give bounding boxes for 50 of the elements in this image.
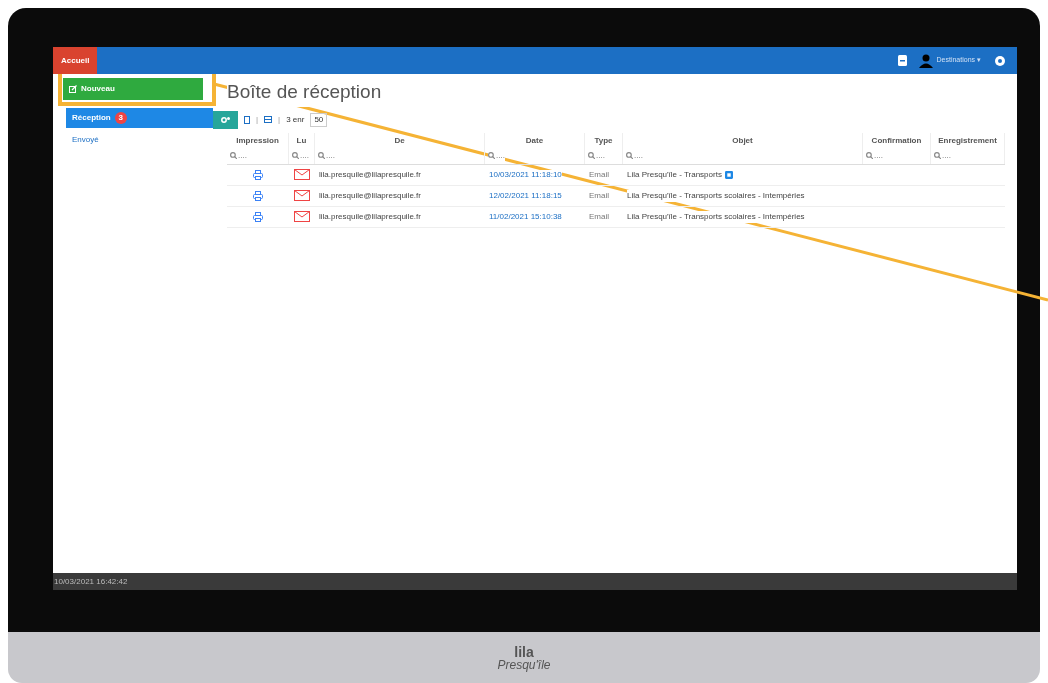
sender-cell: lila.presquile@lilapresquile.fr [319, 211, 421, 221]
sender-cell: lila.presquile@lilapresquile.fr [319, 190, 421, 200]
search-icon [318, 152, 325, 159]
user-silhouette-icon [918, 53, 933, 68]
sidebar-item[interactable]: Envoyé [66, 130, 213, 150]
square-icon[interactable] [724, 170, 733, 179]
brand-logo-subword: Presqu'île [497, 658, 551, 671]
search-icon [292, 152, 299, 159]
search-icon [934, 152, 941, 159]
columns-icon[interactable] [264, 116, 273, 123]
filter-field[interactable]: .... [318, 149, 335, 162]
filter-field[interactable]: .... [626, 149, 643, 162]
toolbar-separator: | [278, 113, 281, 126]
filter-field[interactable]: .... [292, 149, 309, 162]
type-cell: Email [589, 190, 609, 200]
document-icon[interactable] [244, 115, 250, 124]
count-badge: 3 [114, 112, 127, 124]
filter-field[interactable]: .... [866, 149, 883, 162]
sender-cell: lila.presquile@lilapresquile.fr [319, 169, 421, 179]
search-icon [230, 152, 237, 159]
search-icon [866, 152, 873, 159]
brand-logo-word: lila [514, 644, 534, 659]
edit-icon [69, 85, 77, 93]
filter-field[interactable]: .... [934, 149, 951, 162]
status-bar: 10/03/2021 16:42:42 [53, 573, 1017, 590]
calendar-icon[interactable] [897, 55, 907, 66]
filter-field[interactable]: .... [230, 149, 247, 162]
date-link[interactable]: 10/03/2021 11:18:10 [489, 169, 562, 179]
printer-icon[interactable] [253, 211, 263, 222]
subject-cell: Lila Presqu'île - Transports scolaires - Intempéries [627, 210, 805, 223]
printer-icon[interactable] [253, 169, 263, 180]
subject-cell: Lila Presqu'île - Transports scolaires - Intempéries [627, 189, 805, 202]
type-cell: Email [589, 211, 609, 221]
date-link[interactable]: 12/02/2021 11:18:15 [489, 190, 562, 200]
filter-field[interactable]: .... [588, 149, 605, 162]
printer-icon[interactable] [253, 190, 263, 201]
type-cell: Email [589, 169, 609, 179]
sidebar-item[interactable]: Réception 3 [66, 108, 213, 128]
settings-icon [220, 115, 231, 124]
toolbar-separator: | [256, 113, 259, 126]
date-link[interactable]: 11/02/2021 15:10:38 [489, 211, 562, 221]
search-icon [488, 152, 495, 159]
help-icon[interactable] [995, 55, 1005, 66]
search-icon [626, 152, 633, 159]
search-icon [588, 152, 595, 159]
home-tab[interactable]: Accueil [53, 47, 98, 74]
record-count: 3 enr [286, 113, 305, 126]
page-size-field[interactable]: 50 [310, 112, 328, 127]
settings-button[interactable] [213, 110, 238, 129]
filter-field[interactable]: .... [488, 149, 505, 162]
